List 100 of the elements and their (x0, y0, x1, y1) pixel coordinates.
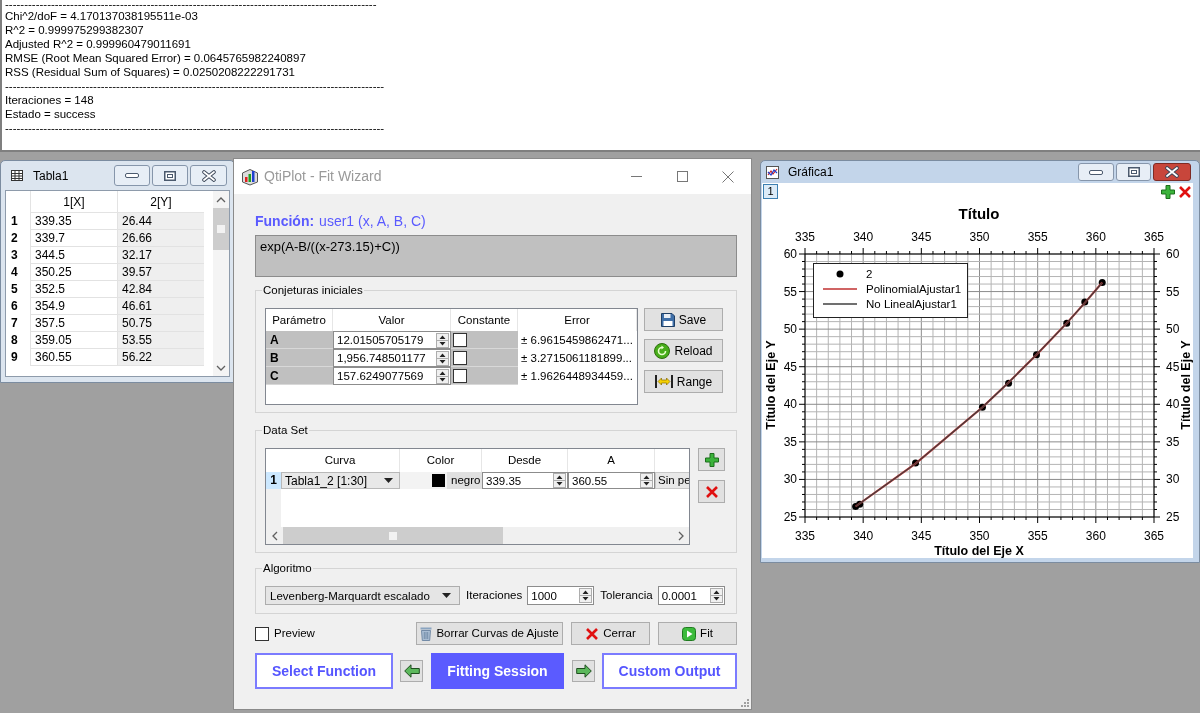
spin-arrows-icon[interactable] (436, 332, 449, 348)
maximize-button[interactable] (1116, 163, 1151, 181)
tick-label: 340 (853, 529, 874, 543)
checkbox-label: Preview (274, 625, 315, 641)
minimize-button[interactable] (1078, 163, 1114, 181)
minimize-button[interactable] (114, 165, 150, 186)
table-cell-text: ± 6.9615459862471... (520, 333, 634, 348)
back-button[interactable] (400, 660, 423, 682)
from-spinbox[interactable]: 339.35 (482, 472, 568, 489)
log-line: Iteraciones = 148 (5, 93, 94, 107)
maximize-icon (164, 170, 176, 181)
window-title: Tabla1 (33, 167, 69, 185)
spin-arrows-icon[interactable] (436, 368, 449, 384)
spin-arrows-icon[interactable] (709, 588, 723, 603)
value-spinbox[interactable]: 157.6249077569 (333, 367, 451, 385)
log-line: RSS (Residual Sum of Squares) = 0.0250208222291731 (5, 65, 295, 79)
range-arrows-icon (654, 375, 673, 388)
row-number: 6 (10, 298, 19, 315)
tick-label: 355 (1027, 230, 1048, 244)
panel-button[interactable]: Reload (644, 339, 723, 362)
remove-layer-button[interactable] (1177, 184, 1192, 199)
row-number: 7 (10, 315, 19, 332)
window-title: QtiPlot - Fit Wizard (264, 167, 382, 186)
layer-button[interactable]: 1 (763, 184, 778, 199)
tick-label: 350 (969, 230, 990, 244)
maximize-icon (1127, 167, 1140, 177)
wizard-step-tab[interactable]: Custom Output (602, 653, 737, 689)
row-number[interactable]: 1 (266, 472, 281, 489)
tick-label: 345 (911, 529, 932, 543)
checkbox[interactable] (453, 332, 467, 347)
row-number: 4 (10, 264, 19, 281)
add-layer-button[interactable] (1160, 184, 1175, 199)
cross-icon (1177, 184, 1192, 199)
tick-label: 365 (1144, 529, 1164, 543)
tick-label: 60 (1166, 247, 1180, 261)
wizard-step-tab[interactable]: Select Function (255, 653, 393, 689)
field-label: Iteraciones (466, 588, 523, 603)
spin-arrows-icon[interactable] (579, 588, 593, 603)
log-line: R^2 = 0.999975299382307 (5, 23, 144, 37)
tick-label: 360 (1085, 529, 1106, 543)
checkbox[interactable] (255, 626, 269, 641)
action-button[interactable]: Fit (658, 622, 737, 645)
value-spinbox[interactable]: 1,956.748501177 (333, 349, 451, 367)
spin-arrows-icon[interactable] (553, 473, 566, 488)
close-button[interactable] (1153, 163, 1191, 181)
add-button[interactable] (698, 448, 725, 471)
value-spinbox[interactable]: 12.01505705179 (333, 331, 451, 349)
wizard-step-tab[interactable]: Fitting Session (431, 653, 564, 689)
close-button[interactable] (190, 165, 227, 186)
row-number: 5 (10, 281, 19, 298)
cross-icon (585, 626, 600, 641)
grip-icon (389, 531, 397, 540)
table-cell: 360.55 (30, 349, 117, 366)
table-cell: 350.25 (30, 264, 117, 281)
panel-button[interactable]: Save (644, 308, 723, 331)
tick-label: 35 (1166, 434, 1180, 449)
color-picker[interactable]: negro (400, 472, 482, 489)
data-point (912, 459, 919, 467)
tick-label: 360 (1085, 230, 1106, 244)
axis-title: Título del Eje X (934, 544, 1024, 558)
bar-chart-icon (241, 167, 259, 186)
action-button[interactable]: Borrar Curvas de Ajuste (416, 622, 563, 645)
maximize-button[interactable] (152, 165, 188, 186)
checkbox[interactable] (453, 368, 467, 383)
table-cell: 32.17 (117, 247, 204, 264)
algorithm-dropdown[interactable]: Levenberg-Marquardt escalado (265, 586, 460, 605)
to-spinbox[interactable]: 360.55 (568, 472, 655, 489)
axis-title: Título del Eje Y (764, 340, 778, 430)
table-cell: 26.44 (117, 213, 204, 230)
row-header: A (266, 331, 333, 349)
iterations-spinbox[interactable]: 1000 (527, 586, 595, 605)
spin-arrows-icon[interactable] (640, 473, 653, 488)
data-point (1033, 351, 1040, 359)
horizontal-scrollbar[interactable] (266, 527, 689, 544)
close-icon (722, 170, 734, 183)
tolerance-spinbox[interactable]: 0.0001 (657, 586, 725, 605)
action-button[interactable]: Cerrar (571, 622, 650, 645)
panel-button[interactable]: Range (644, 370, 723, 393)
scrollbar-thumb[interactable] (283, 527, 503, 544)
next-button[interactable] (572, 660, 595, 682)
axis-title: Título del Eje Y (1179, 340, 1193, 430)
scrollbar[interactable] (213, 191, 229, 376)
tick-label: 355 (1027, 529, 1048, 543)
field-label: Tolerancia (600, 588, 653, 603)
table-cell: 53.55 (117, 332, 204, 349)
spin-arrows-icon[interactable] (436, 350, 449, 366)
remove-button[interactable] (698, 480, 725, 503)
table-cell-text: ± 3.2715061181899... (520, 351, 633, 366)
tick-label: 55 (1166, 284, 1180, 299)
arrow-left-icon (403, 664, 420, 678)
table-cell: 339.35 (30, 213, 117, 230)
column-header[interactable]: Error (518, 309, 637, 331)
table-cell: 39.57 (117, 264, 204, 281)
curve-dropdown[interactable]: Tabla1_2 [1:30] (281, 472, 400, 489)
tick-label: 40 (1166, 397, 1180, 412)
legend-label: 2 (866, 268, 873, 280)
checkbox[interactable] (453, 350, 467, 365)
scrollbar-thumb[interactable] (213, 208, 229, 250)
formula-field[interactable]: exp(A-B/((x-273.15)+C)) (255, 235, 737, 277)
log-line: ------------------------------------------------------------------------------------------------- (5, 0, 377, 9)
